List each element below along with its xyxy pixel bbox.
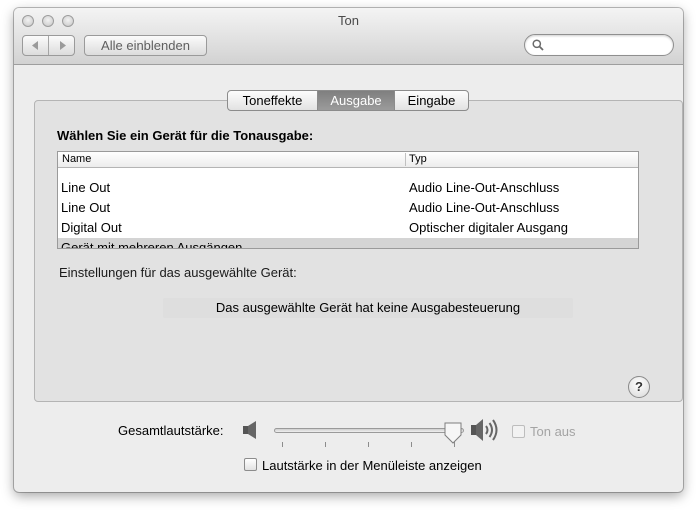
table-row-selected[interactable]: Gerät mit mehreren Ausgängen	[58, 238, 638, 249]
table-row[interactable]: Line Out Audio Line-Out-Anschluss	[58, 198, 638, 218]
preferences-window: Ton Alle einblenden Toneffekte Ausgabe E…	[14, 8, 683, 492]
help-button[interactable]: ?	[628, 376, 650, 398]
table-row[interactable]: Digital Out Optischer digitaler Ausgang	[58, 218, 638, 238]
slider-tick	[368, 442, 369, 447]
output-device-table: Name Typ Line Out Audio Line-Out-Anschlu…	[57, 151, 639, 249]
show-volume-in-menubar-checkbox[interactable]	[244, 458, 257, 471]
slider-tick	[411, 442, 412, 447]
search-input[interactable]	[547, 37, 667, 53]
device-name: Line Out	[61, 180, 111, 195]
volume-slider-track[interactable]	[274, 428, 464, 433]
tab-input[interactable]: Eingabe	[394, 91, 468, 110]
forward-button[interactable]	[49, 36, 74, 55]
back-button[interactable]	[23, 36, 49, 55]
device-type: Audio Line-Out-Anschluss	[409, 200, 560, 215]
chevron-left-icon	[31, 41, 38, 50]
device-name: Gerät mit mehreren Ausgängen	[61, 240, 243, 249]
volume-label: Gesamtlautstärke:	[118, 423, 224, 438]
speaker-loud-icon[interactable]	[470, 417, 502, 443]
tab-panel	[34, 100, 683, 402]
device-type: Audio Line-Out-Anschluss	[409, 180, 560, 195]
mute-checkbox[interactable]	[512, 425, 525, 438]
column-header-type[interactable]: Typ	[409, 153, 427, 165]
column-divider	[405, 153, 406, 166]
mute-label: Ton aus	[530, 424, 576, 439]
output-device-prompt: Wählen Sie ein Gerät für die Tonausgabe:	[57, 128, 314, 143]
speaker-quiet-icon[interactable]	[242, 420, 258, 440]
search-field[interactable]	[524, 34, 674, 56]
device-settings-label: Einstellungen für das ausgewählte Gerät:	[59, 265, 297, 280]
table-header: Name Typ	[58, 152, 638, 168]
column-header-name[interactable]: Name	[62, 153, 91, 165]
volume-slider-thumb[interactable]	[443, 422, 463, 444]
back-forward-control	[22, 35, 75, 56]
chevron-right-icon	[59, 41, 66, 50]
tab-output[interactable]: Ausgabe	[317, 91, 394, 110]
slider-tick	[282, 442, 283, 447]
help-icon: ?	[635, 379, 643, 394]
device-name: Line Out	[61, 200, 111, 215]
titlebar: Ton Alle einblenden	[14, 8, 683, 65]
window-title: Ton	[338, 13, 359, 28]
show-volume-in-menubar-label: Lautstärke in der Menüleiste anzeigen	[262, 458, 482, 473]
slider-tick	[325, 442, 326, 447]
device-type: Optischer digitaler Ausgang	[409, 220, 568, 235]
search-icon	[532, 39, 544, 51]
device-name: Digital Out	[61, 220, 122, 235]
table-row[interactable]: Line Out Audio Line-Out-Anschluss	[58, 178, 638, 198]
tab-bar: Toneffekte Ausgabe Eingabe	[227, 90, 469, 111]
no-output-control-message: Das ausgewählte Gerät hat keine Ausgabes…	[163, 298, 573, 318]
show-all-button[interactable]: Alle einblenden	[84, 35, 207, 56]
tab-sound-effects[interactable]: Toneffekte	[228, 91, 317, 110]
